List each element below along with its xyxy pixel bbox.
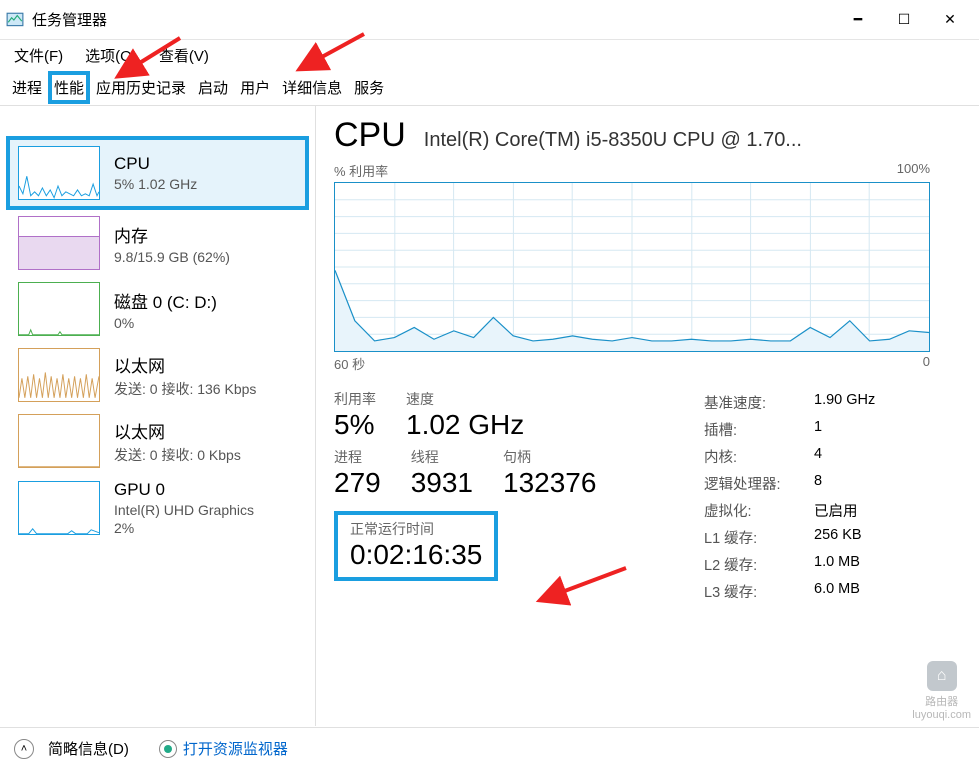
speed-label: 速度 — [406, 389, 524, 409]
lproc-value: 8 — [814, 473, 822, 494]
base-value: 1.90 GHz — [814, 392, 875, 413]
l2-value: 1.0 MB — [814, 554, 860, 575]
speed-value: 1.02 GHz — [406, 409, 524, 441]
util-label: 利用率 — [334, 389, 376, 409]
spec-table: 基准速度:1.90 GHz 插槽:1 内核:4 逻辑处理器:8 虚拟化:已启用 … — [704, 389, 934, 605]
tab-details[interactable]: 详细信息 — [276, 71, 348, 104]
menubar: 文件(F) 选项(O) 查看(V) — [0, 40, 979, 70]
uptime-box: 正常运行时间 0:02:16:35 — [334, 511, 498, 581]
sidebar-gpu-sub1: Intel(R) UHD Graphics — [114, 502, 254, 518]
tab-startup[interactable]: 启动 — [192, 71, 234, 104]
app-icon — [6, 11, 24, 29]
ethernet-thumb-icon — [18, 348, 100, 402]
proc-label: 进程 — [334, 447, 381, 467]
cpu-model: Intel(R) Core(TM) i5-8350U CPU @ 1.70... — [424, 129, 802, 152]
sockets-value: 1 — [814, 419, 822, 440]
brief-info-link[interactable]: 简略信息(D) — [48, 738, 129, 759]
sidebar-mem-title: 内存 — [114, 222, 230, 247]
lproc-label: 逻辑处理器: — [704, 473, 814, 494]
watermark-url: luyouqi.com — [912, 709, 971, 721]
watermark-icon: ⌂ — [927, 661, 957, 691]
uptime-label: 正常运行时间 — [350, 519, 482, 539]
tabbar: 进程 性能 应用历史记录 启动 用户 详细信息 服务 — [0, 70, 979, 106]
monitor-icon — [159, 740, 177, 758]
sidebar-mem-sub: 9.8/15.9 GB (62%) — [114, 249, 230, 265]
gpu-thumb-icon — [18, 481, 100, 535]
l1-value: 256 KB — [814, 527, 862, 548]
maximize-button[interactable]: ☐ — [881, 0, 927, 40]
sidebar-disk-title: 磁盘 0 (C: D:) — [114, 288, 217, 313]
monitor-label: 打开资源监视器 — [183, 738, 288, 759]
sidebar-disk-sub: 0% — [114, 315, 217, 331]
titlebar: 任务管理器 ━ ☐ ✕ — [0, 0, 979, 40]
menu-file[interactable]: 文件(F) — [10, 43, 67, 68]
chart-xleft: 60 秒 — [334, 354, 365, 373]
menu-options[interactable]: 选项(O) — [81, 43, 141, 68]
virt-value: 已启用 — [814, 500, 858, 521]
open-resource-monitor-link[interactable]: 打开资源监视器 — [159, 738, 288, 759]
cores-label: 内核: — [704, 446, 814, 467]
sockets-label: 插槽: — [704, 419, 814, 440]
tab-services[interactable]: 服务 — [348, 71, 390, 104]
watermark: ⌂ 路由器 luyouqi.com — [912, 661, 971, 721]
watermark-label: 路由器 — [925, 693, 958, 709]
util-value: 5% — [334, 409, 376, 441]
chart-xright: 0 — [923, 354, 930, 373]
sidebar-card-ethernet-1[interactable]: 以太网 发送: 0 接收: 136 Kbps — [0, 342, 315, 408]
thread-label: 线程 — [411, 447, 473, 467]
sidebar-eth1-title: 以太网 — [114, 352, 256, 377]
handle-value: 132376 — [503, 467, 596, 499]
memory-thumb-icon — [18, 216, 100, 270]
l3-label: L3 缓存: — [704, 581, 814, 602]
l2-label: L2 缓存: — [704, 554, 814, 575]
tab-apphistory[interactable]: 应用历史记录 — [90, 71, 192, 104]
sidebar-eth1-sub: 发送: 0 接收: 136 Kbps — [114, 379, 256, 399]
footer: ˄ 简略信息(D) 打开资源监视器 — [0, 727, 979, 769]
close-button[interactable]: ✕ — [927, 0, 973, 40]
disk-thumb-icon — [18, 282, 100, 336]
proc-value: 279 — [334, 467, 381, 499]
detail-heading: CPU — [334, 116, 406, 155]
chart-ylabel: % 利用率 — [334, 161, 388, 180]
uptime-value: 0:02:16:35 — [350, 539, 482, 571]
sidebar-cpu-sub: 5% 1.02 GHz — [114, 176, 197, 192]
chart-ymax: 100% — [897, 161, 930, 180]
tab-performance[interactable]: 性能 — [48, 71, 90, 104]
cpu-thumb-icon — [18, 146, 100, 200]
main-area: CPU 5% 1.02 GHz 内存 9.8/15.9 GB (62%) 磁盘 … — [0, 106, 979, 726]
tab-processes[interactable]: 进程 — [6, 71, 48, 104]
sidebar-card-memory[interactable]: 内存 9.8/15.9 GB (62%) — [0, 210, 315, 276]
cores-value: 4 — [814, 446, 822, 467]
sidebar-eth2-sub: 发送: 0 接收: 0 Kbps — [114, 445, 241, 465]
tab-users[interactable]: 用户 — [234, 71, 276, 104]
detail-pane: CPU Intel(R) Core(TM) i5-8350U CPU @ 1.7… — [316, 106, 979, 726]
menu-view[interactable]: 查看(V) — [155, 43, 213, 68]
sidebar-card-gpu[interactable]: GPU 0 Intel(R) UHD Graphics 2% — [0, 474, 315, 542]
collapse-icon[interactable]: ˄ — [14, 739, 34, 759]
minimize-button[interactable]: ━ — [835, 0, 881, 40]
sidebar-eth2-title: 以太网 — [114, 418, 241, 443]
sidebar-card-disk[interactable]: 磁盘 0 (C: D:) 0% — [0, 276, 315, 342]
cpu-usage-chart — [334, 182, 930, 352]
ethernet-thumb-icon — [18, 414, 100, 468]
thread-value: 3931 — [411, 467, 473, 499]
base-label: 基准速度: — [704, 392, 814, 413]
sidebar-gpu-title: GPU 0 — [114, 480, 254, 500]
sidebar-cpu-title: CPU — [114, 154, 197, 174]
sidebar-card-cpu[interactable]: CPU 5% 1.02 GHz — [6, 136, 309, 210]
l3-value: 6.0 MB — [814, 581, 860, 602]
handle-label: 句柄 — [503, 447, 596, 467]
sidebar: CPU 5% 1.02 GHz 内存 9.8/15.9 GB (62%) 磁盘 … — [0, 106, 316, 726]
l1-label: L1 缓存: — [704, 527, 814, 548]
sidebar-card-ethernet-2[interactable]: 以太网 发送: 0 接收: 0 Kbps — [0, 408, 315, 474]
virt-label: 虚拟化: — [704, 500, 814, 521]
sidebar-gpu-sub2: 2% — [114, 520, 254, 536]
window-title: 任务管理器 — [32, 9, 107, 30]
